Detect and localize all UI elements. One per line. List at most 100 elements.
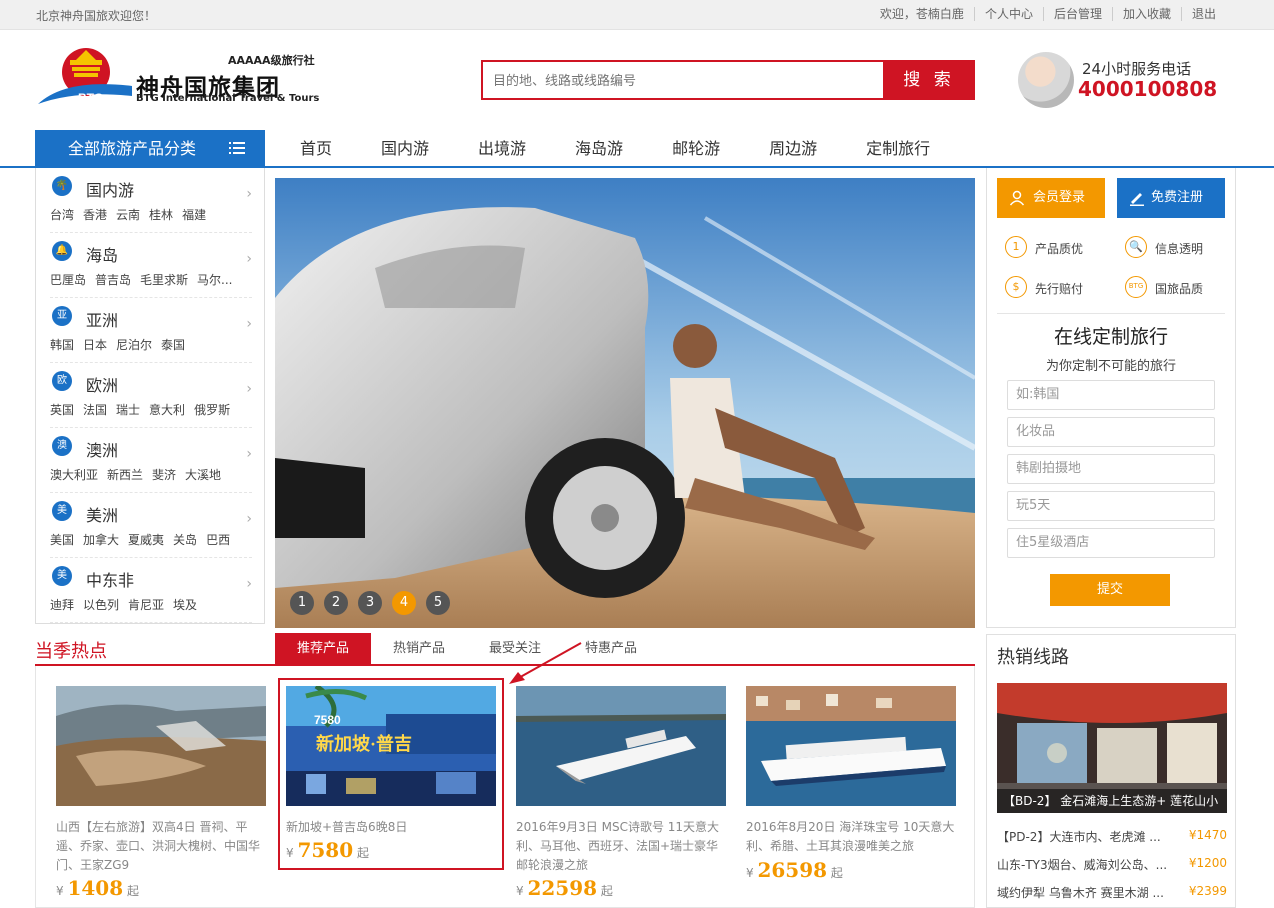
sidebar-sub-link[interactable]: 巴厘岛: [50, 273, 86, 287]
nav-home[interactable]: 首页: [300, 130, 332, 168]
sidebar-sub-link[interactable]: 迪拜: [50, 598, 74, 612]
hero-banner[interactable]: 1 2 3 4 5: [275, 178, 975, 628]
activity-field[interactable]: 韩剧拍摄地: [1007, 454, 1215, 484]
divider: [997, 313, 1225, 314]
sidebar-sub-link[interactable]: 日本: [83, 338, 107, 352]
product-card[interactable]: 2016年9月3日 MSC诗歌号 11天意大利、马耳他、西班牙、法国+瑞士豪华邮…: [516, 686, 726, 900]
search-button[interactable]: 搜 索: [883, 60, 975, 100]
nav-domestic[interactable]: 国内游: [381, 130, 429, 168]
nav-cruise[interactable]: 邮轮游: [672, 130, 720, 168]
route-item[interactable]: 山东-TY3烟台、威海刘公岛、... ¥1200: [997, 856, 1227, 873]
sidebar-item[interactable]: 澳澳洲 澳大利亚 新西兰 斐济 大溪地 ›: [50, 428, 252, 493]
product-price: ¥ 26598 起: [746, 858, 843, 882]
sidebar-sub-link[interactable]: 新西兰: [107, 468, 143, 482]
product-card[interactable]: 2016年8月20日 海洋珠宝号 10天意大利、希腊、土耳其浪漫唯美之旅 ¥ 2…: [746, 686, 956, 882]
sidebar-sub-link[interactable]: 泰国: [161, 338, 185, 352]
sidebar-item[interactable]: 美美洲 美国 加拿大 夏威夷 关岛 巴西 ›: [50, 493, 252, 558]
sidebar-sub-link[interactable]: 肯尼亚: [128, 598, 164, 612]
sidebar-sub-link[interactable]: 意大利: [149, 403, 185, 417]
route-item[interactable]: 域约伊犁 乌鲁木齐 赛里木湖 ... ¥2399: [997, 884, 1227, 901]
personal-center-link[interactable]: 个人中心: [973, 7, 1043, 21]
sidebar-sub-link[interactable]: 大溪地: [185, 468, 221, 482]
banner-dot-1[interactable]: 1: [290, 591, 314, 615]
sidebar-sub-link[interactable]: 美国: [50, 533, 74, 547]
hotel-field[interactable]: 住5星级酒店: [1007, 528, 1215, 558]
admin-link[interactable]: 后台管理: [1042, 7, 1112, 21]
site-logo[interactable]: BTG AAAAA级旅行社 神舟国旅集团 BTG International T…: [36, 46, 336, 108]
sidebar-sub-link[interactable]: 加拿大: [83, 533, 119, 547]
route-item[interactable]: 【PD-2】大连市内、老虎滩 ... ¥1470: [997, 828, 1227, 845]
sidebar-sub-link[interactable]: 毛里求斯: [140, 273, 188, 287]
logo-en-name: BTG International Travel & Tours: [136, 93, 320, 104]
hotline-label: 24小时服务电话: [1082, 60, 1192, 78]
nav-custom[interactable]: 定制旅行: [866, 130, 930, 168]
pencil-icon: [1130, 193, 1144, 206]
banner-dot-3[interactable]: 3: [358, 591, 382, 615]
chevron-right-icon: ›: [246, 251, 252, 267]
sidebar-sub-link[interactable]: 英国: [50, 403, 74, 417]
chevron-right-icon: ›: [246, 186, 252, 202]
banner-dot-5[interactable]: 5: [426, 591, 450, 615]
destination-field[interactable]: 如:韩国: [1007, 380, 1215, 410]
add-favorite-link[interactable]: 加入收藏: [1111, 7, 1181, 21]
svg-text:BTG: BTG: [78, 91, 103, 105]
sidebar-item[interactable]: 欧欧洲 英国 法国 瑞士 意大利 俄罗斯 ›: [50, 363, 252, 428]
sidebar-sub-link[interactable]: 法国: [83, 403, 107, 417]
sidebar-sub-link[interactable]: 福建: [182, 208, 206, 222]
top-bar: 北京神舟国旅欢迎您！ 欢迎，苍楠白鹿 个人中心 后台管理 加入收藏 退出: [0, 0, 1274, 30]
welcome-user-link[interactable]: 欢迎，苍楠白鹿: [870, 7, 974, 21]
sidebar-sub-link[interactable]: 埃及: [173, 598, 197, 612]
tab-bestselling[interactable]: 热销产品: [371, 633, 467, 664]
product-price: ¥ 22598 起: [516, 876, 613, 900]
free-register-button[interactable]: 免费注册: [1117, 178, 1225, 218]
sidebar-sub-links: 韩国 日本 尼泊尔 泰国: [50, 336, 194, 353]
sidebar-sub-link[interactable]: 夏威夷: [128, 533, 164, 547]
sidebar-sub-link[interactable]: 普吉岛: [95, 273, 131, 287]
sidebar-sub-link[interactable]: 斐济: [152, 468, 176, 482]
sidebar-item-label: 美洲: [86, 506, 119, 525]
custom-travel-subtitle: 为你定制不可能的旅行: [1045, 359, 1176, 374]
sidebar-item-label: 国内游: [86, 181, 135, 200]
interest-field[interactable]: 化妆品: [1007, 417, 1215, 447]
sidebar-sub-link[interactable]: 韩国: [50, 338, 74, 352]
sidebar-sub-link[interactable]: 澳大利亚: [50, 468, 98, 482]
sidebar-sub-link[interactable]: 马尔...: [197, 273, 232, 287]
sidebar-sub-link[interactable]: 台湾: [50, 208, 74, 222]
sidebar-sub-link[interactable]: 云南: [116, 208, 140, 222]
nav-nearby[interactable]: 周边游: [769, 130, 817, 168]
search-icon: 🔍: [1125, 236, 1147, 258]
sidebar-sub-link[interactable]: 尼泊尔: [116, 338, 152, 352]
sidebar-item-label: 欧洲: [86, 376, 119, 395]
member-login-button[interactable]: 会员登录: [997, 178, 1105, 218]
sidebar-sub-link[interactable]: 俄罗斯: [194, 403, 230, 417]
btg-badge-icon: BTG: [1125, 276, 1147, 298]
arrow-annotation-icon: [509, 642, 582, 684]
sidebar-item[interactable]: 美中东非 迪拜 以色列 肯尼亚 埃及 ›: [50, 558, 252, 623]
nav-island[interactable]: 海岛游: [575, 130, 623, 168]
sidebar-sub-link[interactable]: 以色列: [83, 598, 119, 612]
sidebar-sub-link[interactable]: 巴西: [206, 533, 230, 547]
nav-outbound[interactable]: 出境游: [478, 130, 526, 168]
sidebar-item-label: 中东非: [86, 571, 135, 590]
sidebar-item[interactable]: 亚亚洲 韩国 日本 尼泊尔 泰国 ›: [50, 298, 252, 363]
all-categories-button[interactable]: 全部旅游产品分类: [35, 130, 265, 168]
service-avatar: [1018, 52, 1074, 108]
product-card[interactable]: 山西【左右旅游】双高4日 晋祠、平遥、乔家、壶口、洪洞大槐树、中国华门、王家ZG…: [56, 686, 266, 900]
sidebar-item[interactable]: 🔔 海岛 巴厘岛 普吉岛 毛里求斯 马尔... ›: [50, 233, 252, 298]
sidebar-sub-link[interactable]: 瑞士: [116, 403, 140, 417]
sidebar-item[interactable]: 🌴 国内游 台湾 香港 云南 桂林 福建 ›: [50, 168, 252, 233]
duration-field[interactable]: 玩5天: [1007, 491, 1215, 521]
sidebar-sub-link[interactable]: 关岛: [173, 533, 197, 547]
hotline: 24小时服务电话 4000100808: [1018, 52, 1218, 110]
tab-recommended[interactable]: 推荐产品: [275, 633, 372, 664]
banner-dot-2[interactable]: 2: [324, 591, 348, 615]
custom-submit-button[interactable]: 提交: [1050, 574, 1170, 606]
logout-link[interactable]: 退出: [1180, 7, 1226, 21]
sidebar-sub-links: 台湾 香港 云南 桂林 福建: [50, 206, 215, 223]
sidebar-sub-link[interactable]: 香港: [83, 208, 107, 222]
product-image: [516, 686, 726, 806]
member-login-label: 会员登录: [1033, 190, 1086, 205]
sidebar-sub-link[interactable]: 桂林: [149, 208, 173, 222]
search-input[interactable]: [483, 62, 883, 98]
banner-dot-4[interactable]: 4: [392, 591, 416, 615]
